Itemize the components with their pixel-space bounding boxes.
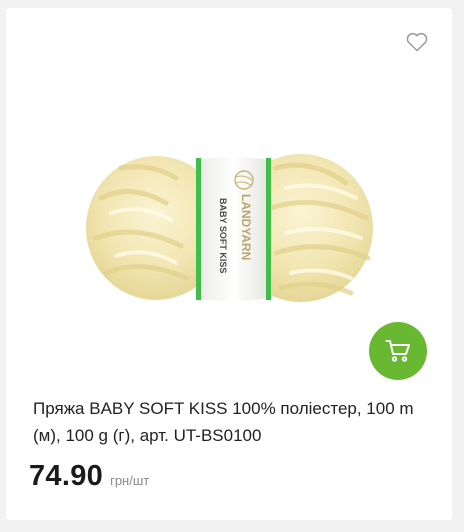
label-brand-text: LANDYARN [239,194,253,260]
cart-icon [385,340,410,362]
price-unit: грн/шт [110,473,150,488]
yarn-skein-image: LANDYARN BABY SOFT KISS [86,154,373,302]
product-card[interactable]: LANDYARN BABY SOFT KISS Пряжа BABY SOFT … [6,8,452,520]
label-product-text: BABY SOFT KISS [218,198,228,273]
heart-outline-icon [406,32,428,52]
product-title[interactable]: Пряжа BABY SOFT KISS 100% поліестер, 100… [33,395,433,449]
product-image[interactable]: LANDYARN BABY SOFT KISS [76,128,386,328]
add-to-cart-button[interactable] [369,322,427,380]
price-value: 74.90 [29,460,104,492]
favorite-button[interactable] [406,32,428,52]
price-row: 74.90 грн/шт [29,460,149,493]
